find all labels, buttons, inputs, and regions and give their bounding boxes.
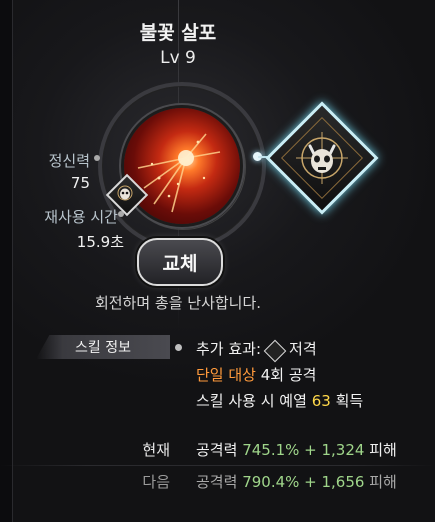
gain-value: 63	[311, 392, 331, 410]
current-value: 745.1% + 1,324	[242, 441, 365, 459]
bonus-effect-line: 추가 효과: 저격	[196, 338, 317, 362]
demon-skull-target-icon	[296, 132, 348, 184]
flame-burst-icon	[124, 108, 240, 224]
target-line: 단일 대상 4회 공격	[196, 364, 316, 385]
current-prefix: 공격력	[196, 441, 238, 459]
skill-level: Lv 9	[160, 48, 196, 68]
replace-button[interactable]: 교체	[137, 238, 223, 286]
sniper-skull-icon	[117, 185, 133, 201]
skill-description: 회전하며 총을 난사합니다.	[94, 294, 262, 312]
bonus-effect-label: 추가 효과:	[196, 340, 262, 358]
gain-suffix: 획득	[335, 392, 364, 410]
gain-line: 스킬 사용 시 예열 63 획득	[196, 390, 363, 411]
bonus-effect-name: 저격	[289, 340, 317, 358]
next-prefix: 공격력	[196, 473, 238, 491]
cooldown-value: 15.9초	[76, 233, 124, 251]
next-damage-line: 공격력 790.4% + 1,656 피해	[196, 471, 397, 492]
cooldown-label: 재사용 시간	[44, 208, 118, 226]
next-suffix: 피해	[369, 473, 397, 491]
hit-count: 4회 공격	[260, 366, 317, 384]
spirit-value: 75	[70, 174, 90, 192]
flame-burst-graphic	[137, 133, 221, 213]
current-suffix: 피해	[369, 441, 397, 459]
skill-info-tab: 스킬 정보	[36, 335, 170, 359]
gain-text: 스킬 사용 시 예열	[196, 392, 307, 410]
spirit-label: 정신력	[48, 152, 90, 170]
cooldown-dot	[118, 211, 124, 217]
sniper-mini-icon	[263, 339, 287, 362]
current-label: 현재	[142, 441, 170, 459]
current-damage-line: 공격력 745.1% + 1,324 피해	[196, 439, 397, 460]
target-type: 단일 대상	[196, 366, 256, 384]
skill-info-dot	[175, 344, 182, 351]
row-divider	[0, 465, 435, 466]
next-value: 790.4% + 1,656	[242, 473, 365, 491]
next-label: 다음	[142, 473, 170, 491]
panel-left-edge	[0, 0, 13, 522]
skill-name: 불꽃 살포	[139, 22, 217, 44]
spirit-dot	[94, 155, 100, 161]
